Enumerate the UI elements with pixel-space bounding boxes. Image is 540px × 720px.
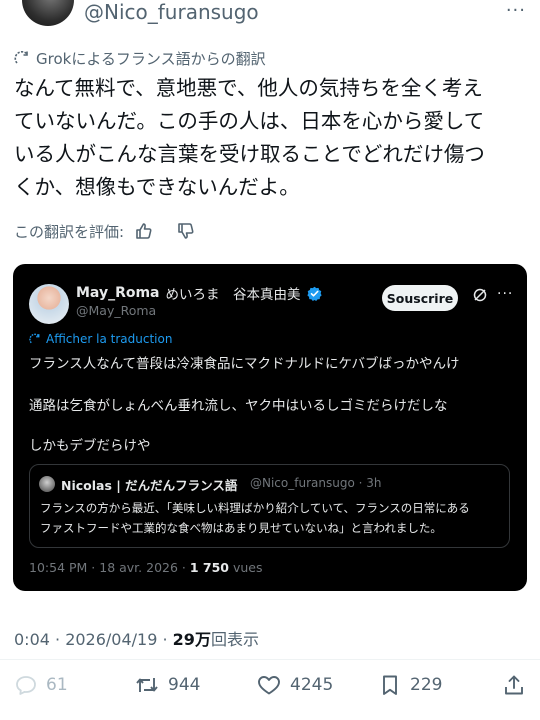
translation-label: Grokによるフランス語からの翻訳: [36, 49, 266, 68]
embedded-author-name-row[interactable]: May_Roma めいろま 谷本真由美: [76, 283, 322, 303]
repost-button[interactable]: 944: [134, 666, 200, 704]
share-button[interactable]: [502, 666, 526, 704]
post-timestamp[interactable]: 0:04 · 2026/04/19 ·: [14, 630, 173, 649]
like-icon: [258, 676, 280, 695]
rate-translation-row: この翻訳を評価:: [14, 218, 196, 244]
thumbs-down-icon[interactable]: [176, 221, 196, 241]
quoted-post-line: フランスの方から最近、「美味しい料理ばかり紹介していて、フランスの日常にある: [40, 501, 470, 515]
embedded-post-line: フランス人なんて普段は冷凍食品にマクドナルドにケバブばっかやんけ: [29, 356, 460, 372]
show-translation-label: Afficher la traduction: [46, 332, 173, 346]
bookmark-count: 229: [410, 675, 443, 695]
grok-icon[interactable]: [472, 287, 488, 303]
post-view-count: 29万: [172, 630, 211, 649]
tweet-body-line: ていないんだ。この手の人は、日本を心から愛して: [14, 109, 485, 133]
quoted-author-avatar: [39, 476, 55, 492]
like-count: 4245: [290, 675, 334, 695]
grok-icon: [29, 333, 40, 344]
embedded-post-footer: 10:54 PM · 18 avr. 2026 · 1 750 vues: [29, 560, 263, 575]
quoted-post-line: ファストフードや工業的な食べ物はあまり見せていないね」と言われました。: [40, 521, 442, 535]
tweet-body-line: くか、想像もできないんだよ。: [14, 175, 300, 199]
action-bar: 61 944 4245 229: [0, 666, 540, 704]
more-options-button[interactable]: ···: [506, 0, 526, 21]
embedded-author-name-jp: めいろま 谷本真由美: [165, 287, 301, 303]
embedded-more-button[interactable]: ···: [497, 286, 513, 302]
embedded-post-line: しかもデブだらけや: [29, 438, 151, 454]
embedded-post-views-label: vues: [229, 560, 263, 575]
show-translation-link[interactable]: Afficher la traduction: [29, 332, 172, 346]
subscribe-button[interactable]: Souscrire: [382, 285, 458, 311]
bookmark-icon: [383, 675, 397, 695]
embedded-author-name: May_Roma: [76, 285, 160, 301]
embedded-post-time: 10:54 PM · 18 avr. 2026 ·: [29, 560, 190, 575]
quoted-post[interactable]: Nicolas | だんだんフランス語 @Nico_furansugo · 3h…: [29, 464, 510, 548]
quoted-author-name: Nicolas | だんだんフランス語: [61, 478, 238, 493]
verified-badge-icon: [306, 286, 322, 301]
translation-label-row: Grokによるフランス語からの翻訳: [14, 46, 266, 70]
grok-icon: [14, 51, 28, 64]
divider: [0, 659, 540, 660]
bookmark-button[interactable]: 229: [378, 666, 442, 704]
tweet-body: なんて無料で、意地悪で、他人の気持ちを全く考え ていないんだ。この手の人は、日本…: [14, 72, 530, 204]
embedded-post-line: 通路は乞食がしょんべん垂れ流し、ヤク中はいるしゴミだらけだしな: [29, 398, 448, 414]
thumbs-up-icon[interactable]: [134, 221, 154, 241]
embedded-author-handle[interactable]: @May_Roma: [76, 303, 156, 318]
repost-count: 944: [168, 675, 201, 695]
author-avatar[interactable]: [22, 0, 74, 26]
rate-translation-label: この翻訳を評価:: [14, 222, 125, 241]
embedded-author-avatar[interactable]: [29, 284, 69, 324]
reply-button[interactable]: 61: [14, 666, 68, 704]
reply-icon: [16, 676, 36, 695]
embedded-post-card[interactable]: May_Roma めいろま 谷本真由美 @May_Roma Souscrire …: [13, 264, 527, 591]
reply-count: 61: [46, 675, 68, 695]
author-handle[interactable]: @Nico_furansugo: [84, 0, 259, 24]
like-button[interactable]: 4245: [256, 666, 333, 704]
tweet-body-line: いる人がこんな言葉を受け取ることでどれだけ傷つ: [14, 142, 485, 166]
post-meta: 0:04 · 2026/04/19 · 29万回表示: [14, 626, 259, 650]
tweet-body-line: なんて無料で、意地悪で、他人の気持ちを全く考え: [14, 76, 483, 100]
quoted-author-meta: @Nico_furansugo · 3h: [250, 476, 382, 490]
embedded-post-views: 1 750: [189, 560, 230, 575]
share-icon: [505, 675, 523, 695]
repost-icon: [136, 678, 158, 692]
post-view-label: 回表示: [210, 630, 259, 649]
